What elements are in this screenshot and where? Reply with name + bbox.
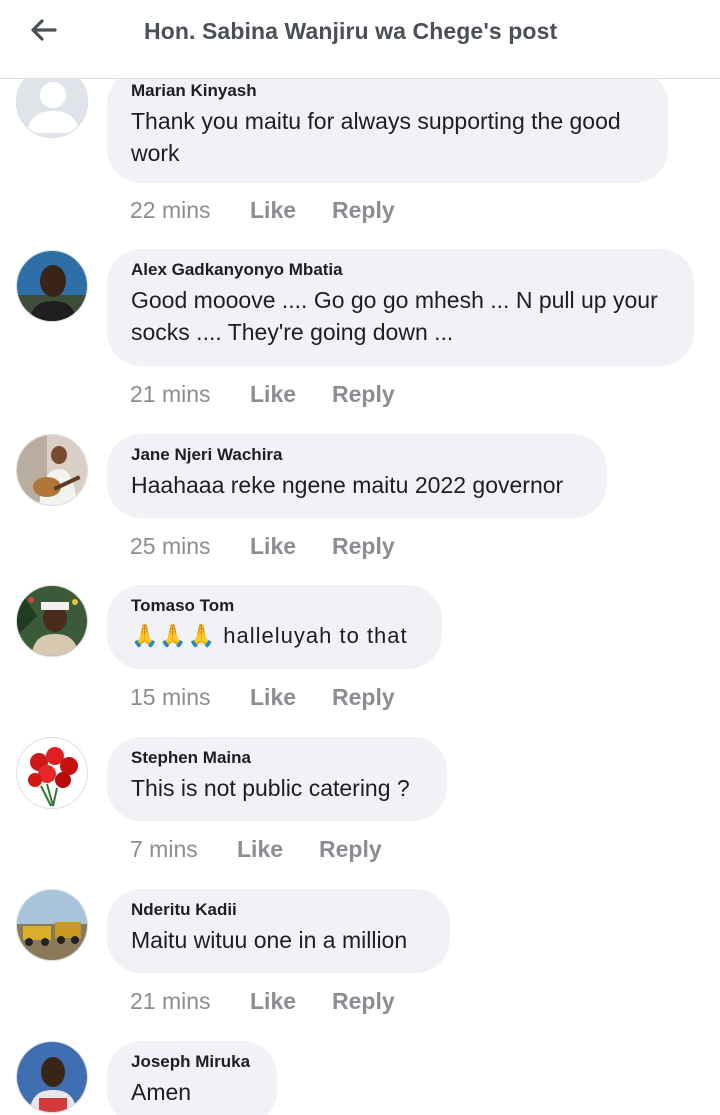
comment-time: 7 mins	[130, 836, 198, 862]
avatar[interactable]	[16, 1041, 88, 1113]
comment-author[interactable]: Marian Kinyash	[131, 80, 644, 102]
comment-time: 22 mins	[130, 197, 211, 223]
comment-text: Good mooove .... Go go go mhesh ... N pu…	[131, 287, 658, 345]
avatar[interactable]	[16, 250, 88, 322]
like-button[interactable]: Like	[237, 836, 319, 863]
avatar[interactable]	[16, 434, 88, 506]
back-button[interactable]	[22, 10, 66, 50]
reply-button[interactable]: Reply	[332, 684, 395, 711]
like-button[interactable]: Like	[250, 684, 332, 711]
comment-bubble: Jane Njeri Wachira Haahaaa reke ngene ma…	[107, 434, 607, 518]
back-arrow-icon	[31, 19, 57, 41]
comment-actions: 21 mins Like Reply	[130, 988, 395, 1015]
comment-bubble: Joseph Miruka Amen	[107, 1041, 277, 1115]
profile-photo-icon	[17, 1042, 87, 1112]
reply-button[interactable]: Reply	[332, 988, 395, 1015]
roses-photo-icon	[17, 738, 87, 808]
comment-time: 15 mins	[130, 684, 211, 710]
comment-text: Haahaaa reke ngene maitu 2022 governor	[131, 472, 564, 498]
profile-photo-icon	[17, 586, 87, 656]
comment-bubble: Alex Gadkanyonyo Mbatia Good mooove ....…	[107, 249, 694, 366]
post-header: Hon. Sabina Wanjiru wa Chege's post	[0, 0, 720, 79]
comment-actions: 25 mins Like Reply	[130, 533, 395, 560]
page-title: Hon. Sabina Wanjiru wa Chege's post	[144, 18, 558, 44]
comment-actions: 7 mins Like Reply	[130, 836, 382, 863]
avatar[interactable]	[16, 737, 88, 809]
avatar[interactable]	[16, 585, 88, 657]
reply-button[interactable]: Reply	[332, 533, 395, 560]
comment-time: 21 mins	[130, 988, 211, 1014]
comment-bubble: Stephen Maina This is not public caterin…	[107, 737, 447, 821]
comment-bubble: Marian Kinyash Thank you maitu for alway…	[107, 70, 668, 183]
comment-bubble: Tomaso Tom 🙏🙏🙏 halleluyah to that	[107, 585, 442, 669]
like-button[interactable]: Like	[250, 533, 332, 560]
comment-text: Thank you maitu for always supporting th…	[131, 108, 621, 166]
trucks-photo-icon	[17, 890, 87, 960]
comment-time: 25 mins	[130, 533, 211, 559]
like-button[interactable]: Like	[250, 197, 332, 224]
comment-time: 21 mins	[130, 381, 211, 407]
comment-author[interactable]: Tomaso Tom	[131, 595, 418, 617]
comments-page: Hon. Sabina Wanjiru wa Chege's post Mari…	[0, 0, 720, 1115]
comment-author[interactable]: Nderitu Kadii	[131, 899, 426, 921]
comment-author[interactable]: Alex Gadkanyonyo Mbatia	[131, 259, 670, 281]
profile-photo-icon	[17, 251, 87, 321]
comment-actions: 15 mins Like Reply	[130, 684, 395, 711]
comment-bubble: Nderitu Kadii Maitu wituu one in a milli…	[107, 889, 450, 973]
reply-button[interactable]: Reply	[332, 197, 395, 224]
comment-text: Amen	[131, 1079, 192, 1105]
reply-button[interactable]: Reply	[319, 836, 382, 863]
comment-text: 🙏🙏🙏 halleluyah to that	[131, 623, 408, 648]
comment-author[interactable]: Joseph Miruka	[131, 1051, 253, 1073]
comment-actions: 22 mins Like Reply	[130, 197, 395, 224]
like-button[interactable]: Like	[250, 381, 332, 408]
reply-button[interactable]: Reply	[332, 381, 395, 408]
comment-author[interactable]: Jane Njeri Wachira	[131, 444, 583, 466]
like-button[interactable]: Like	[250, 988, 332, 1015]
profile-photo-icon	[17, 435, 87, 505]
comment-actions: 21 mins Like Reply	[130, 381, 395, 408]
comment-text: This is not public catering ?	[131, 775, 410, 801]
comment-author[interactable]: Stephen Maina	[131, 747, 423, 769]
comment-text: Maitu wituu one in a million	[131, 927, 408, 953]
avatar[interactable]	[16, 889, 88, 961]
